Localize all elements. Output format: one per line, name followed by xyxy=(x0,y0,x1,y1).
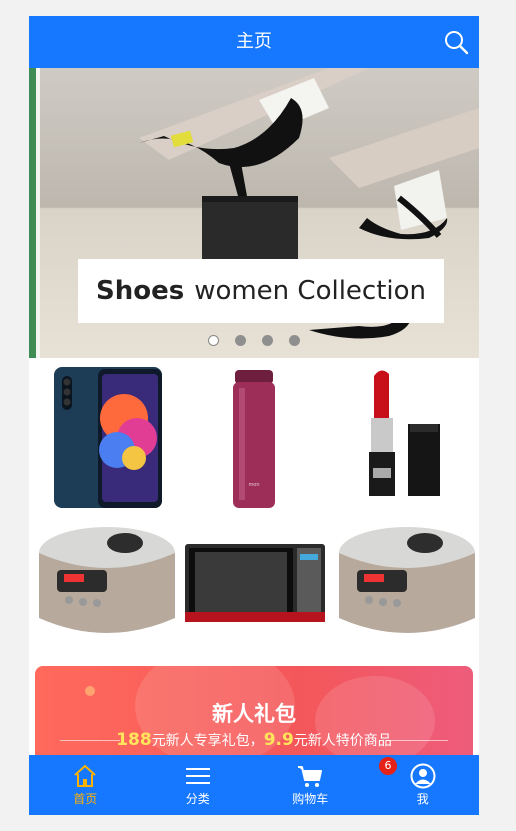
promo-text-1: 元新人专享礼包， xyxy=(151,733,264,749)
product-rice-cooker[interactable] xyxy=(329,508,479,658)
tab-home[interactable]: 首页 xyxy=(29,755,142,815)
promo-amount-1: 188 xyxy=(116,730,152,750)
banner-caption-bold: Shoes xyxy=(95,276,185,306)
carousel-dot-1[interactable] xyxy=(208,335,219,346)
user-icon xyxy=(410,763,436,789)
product-microwave[interactable] xyxy=(179,508,329,658)
svg-text:mon: mon xyxy=(248,482,259,488)
promo-text-2: 元新人特价商品 xyxy=(293,733,392,749)
tab-category[interactable]: 分类 xyxy=(142,755,255,815)
cart-icon xyxy=(298,766,323,787)
bottom-tab-bar: 首页 分类 6 购物车 我 xyxy=(29,755,479,815)
tab-cart[interactable]: 6 购物车 xyxy=(254,755,397,815)
tab-home-label: 首页 xyxy=(73,792,98,806)
home-icon xyxy=(74,764,96,787)
promo-subtitle: 188元新人专享礼包，9.9元新人特价商品 xyxy=(35,730,473,750)
product-grid: mon xyxy=(29,358,479,658)
carousel-indicator xyxy=(29,335,479,347)
product-thermos[interactable]: mon xyxy=(179,358,329,508)
tab-cart-label: 购物车 xyxy=(292,792,329,806)
product-phone[interactable] xyxy=(29,358,179,508)
app-screen: 主页 Shoes women Collection mon 新人礼包 188元新… xyxy=(29,16,479,815)
promo-headline: 新人礼包 xyxy=(212,702,296,726)
top-header: 主页 xyxy=(29,16,479,68)
product-lipstick[interactable] xyxy=(329,358,479,508)
new-user-promo-banner[interactable]: 新人礼包 188元新人专享礼包，9.9元新人特价商品 xyxy=(35,666,473,766)
banner-caption-text: women Collection xyxy=(194,276,427,306)
tab-me[interactable]: 我 xyxy=(367,755,480,815)
banner-caption: Shoes women Collection xyxy=(78,259,444,323)
carousel-dot-2[interactable] xyxy=(235,335,246,346)
tab-category-label: 分类 xyxy=(185,792,210,806)
tab-me-label: 我 xyxy=(416,792,429,806)
page-title: 主页 xyxy=(236,31,272,52)
menu-icon xyxy=(185,768,210,784)
banner-carousel[interactable]: Shoes women Collection xyxy=(29,68,479,358)
promo-amount-2: 9.9 xyxy=(263,730,294,750)
carousel-dot-4[interactable] xyxy=(289,335,300,346)
product-rice-cooker[interactable] xyxy=(29,508,179,658)
search-icon[interactable] xyxy=(443,29,469,55)
carousel-dot-3[interactable] xyxy=(262,335,273,346)
